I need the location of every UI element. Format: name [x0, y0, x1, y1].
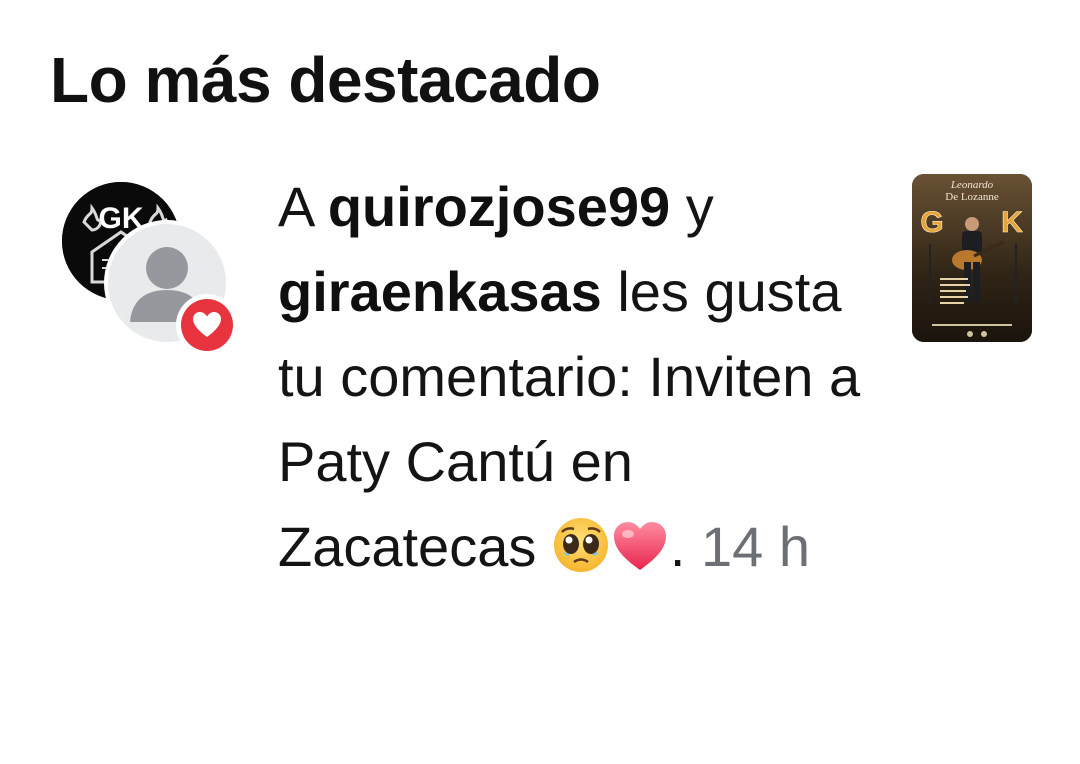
prefix-text: A — [278, 175, 313, 238]
section-title: Lo más destacado — [50, 44, 601, 116]
notification-text[interactable]: A quirozjose99 y giraenkasas les gusta t… — [278, 164, 878, 597]
red-heart-emoji — [612, 512, 668, 597]
svg-text:K: K — [1001, 206, 1023, 239]
poster-title-2: De Lozanne — [945, 191, 999, 203]
username-giraenkasas[interactable]: giraenkasas — [278, 260, 602, 323]
heart-icon — [193, 312, 221, 337]
post-thumbnail[interactable]: Leonardo De Lozanne G K — [912, 174, 1032, 342]
guitar-poster-image: Leonardo De Lozanne G K — [912, 174, 1032, 342]
pleading-face-emoji — [552, 512, 610, 597]
notification-item[interactable]: GK A quirozjose99 y giraenkasas les gust… — [0, 170, 1080, 764]
like-badge — [176, 294, 238, 356]
timestamp: 14 h — [701, 515, 811, 578]
poster-title-1: Leonardo — [950, 179, 994, 191]
connector-text: y — [685, 175, 714, 238]
svg-text:G: G — [920, 206, 943, 239]
username-quirozjose99[interactable]: quirozjose99 — [328, 175, 670, 238]
separator-text: . — [669, 515, 686, 578]
